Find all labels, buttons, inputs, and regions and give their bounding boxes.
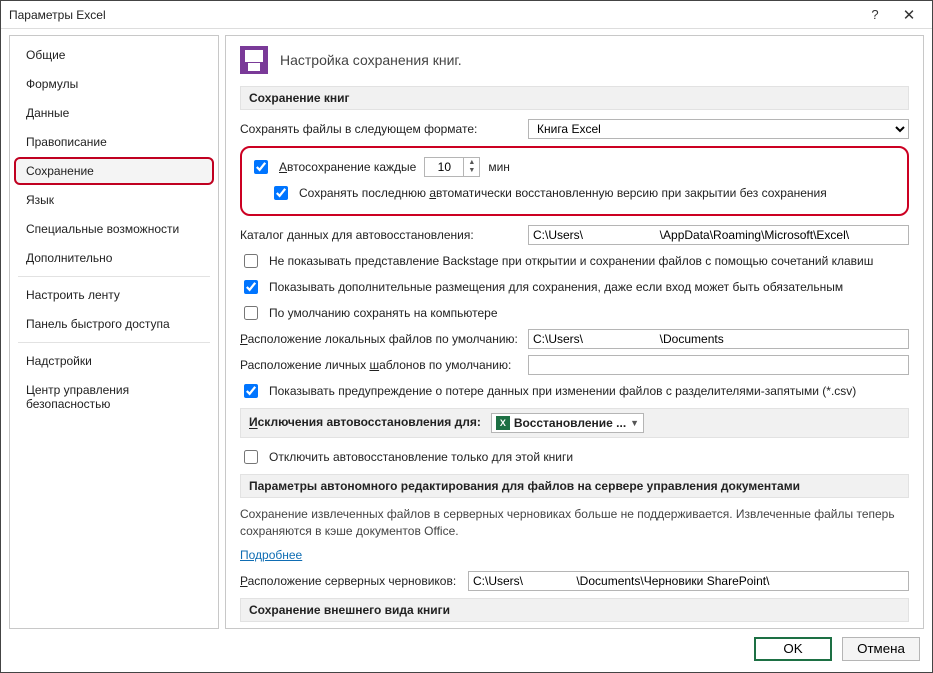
- close-button[interactable]: ✕: [892, 4, 926, 26]
- disable-autorecover-label: Отключить автовосстановление только для …: [269, 450, 573, 464]
- drafts-location-input[interactable]: [468, 571, 909, 591]
- chevron-down-icon: ▼: [630, 418, 639, 428]
- cancel-button[interactable]: Отмена: [842, 637, 920, 661]
- sidebar-item-ribbon[interactable]: Настроить ленту: [14, 281, 214, 309]
- sidebar-divider: [18, 276, 210, 277]
- learn-more-link[interactable]: Подробнее: [240, 548, 302, 562]
- offline-note: Сохранение извлеченных файлов в серверны…: [240, 506, 909, 540]
- personal-templates-input[interactable]: [528, 355, 909, 375]
- ok-button[interactable]: OK: [754, 637, 832, 661]
- autosave-minutes-input[interactable]: [425, 158, 463, 176]
- keep-last-checkbox[interactable]: [274, 186, 288, 200]
- sidebar-item-save[interactable]: Сохранение: [14, 157, 214, 185]
- default-computer-label: По умолчанию сохранять на компьютере: [269, 306, 498, 320]
- autosave-highlight: Автосохранение каждые ▲▼ мин Сохранять п…: [240, 146, 909, 216]
- sidebar-item-accessibility[interactable]: Специальные возможности: [14, 215, 214, 243]
- sidebar-item-general[interactable]: Общие: [14, 41, 214, 69]
- sidebar-item-proofing[interactable]: Правописание: [14, 128, 214, 156]
- sidebar: Общие Формулы Данные Правописание Сохран…: [9, 35, 219, 629]
- sidebar-item-language[interactable]: Язык: [14, 186, 214, 214]
- autosave-unit: мин: [488, 160, 510, 174]
- spinner-arrows[interactable]: ▲▼: [463, 158, 479, 176]
- format-label: Сохранять файлы в следующем формате:: [240, 122, 520, 136]
- section-appearance: Сохранение внешнего вида книги: [240, 598, 909, 622]
- default-computer-checkbox[interactable]: [244, 306, 258, 320]
- show-more-places-checkbox[interactable]: [244, 280, 258, 294]
- csv-warning-label: Показывать предупреждение о потере данны…: [269, 384, 856, 398]
- sidebar-divider: [18, 342, 210, 343]
- sidebar-item-addins[interactable]: Надстройки: [14, 347, 214, 375]
- help-button[interactable]: ?: [858, 4, 892, 26]
- local-default-label: Расположение локальных файлов по умолчан…: [240, 332, 520, 346]
- excel-icon: X: [496, 416, 510, 430]
- autorecover-path-input[interactable]: [528, 225, 909, 245]
- csv-warning-checkbox[interactable]: [244, 384, 258, 398]
- sidebar-item-formulas[interactable]: Формулы: [14, 70, 214, 98]
- autosave-minutes-spinner[interactable]: ▲▼: [424, 157, 480, 177]
- content-panel: Настройка сохранения книг. Сохранение кн…: [225, 35, 924, 629]
- disable-autorecover-checkbox[interactable]: [244, 450, 258, 464]
- save-icon: [240, 46, 268, 74]
- keep-last-label: Сохранять последнюю автоматически восста…: [299, 186, 827, 200]
- workbook-name: Восстановление ...: [514, 416, 626, 430]
- section-autorecover-exceptions: Исключения автовосстановления для: X Вос…: [240, 408, 909, 438]
- section-save-books: Сохранение книг: [240, 86, 909, 110]
- drafts-location-label: Расположение серверных черновиков:: [240, 574, 460, 588]
- personal-templates-label: Расположение личных шаблонов по умолчани…: [240, 358, 520, 372]
- autosave-label: Автосохранение каждые: [279, 160, 416, 174]
- dialog-footer: OK Отмена: [1, 629, 932, 667]
- local-default-input[interactable]: [528, 329, 909, 349]
- autosave-checkbox[interactable]: [254, 160, 268, 174]
- window-title: Параметры Excel: [9, 8, 858, 22]
- show-more-places-label: Показывать дополнительные размещения для…: [269, 280, 843, 294]
- sidebar-item-advanced[interactable]: Дополнительно: [14, 244, 214, 272]
- section-offline-editing: Параметры автономного редактирования для…: [240, 474, 909, 498]
- sidebar-item-qat[interactable]: Панель быстрого доступа: [14, 310, 214, 338]
- page-title: Настройка сохранения книг.: [280, 52, 462, 68]
- workbook-combo[interactable]: X Восстановление ... ▼: [491, 413, 644, 433]
- no-backstage-label: Не показывать представление Backstage пр…: [269, 254, 873, 268]
- sidebar-item-trust[interactable]: Центр управления безопасностью: [14, 376, 214, 418]
- no-backstage-checkbox[interactable]: [244, 254, 258, 268]
- autorecover-path-label: Каталог данных для автовосстановления:: [240, 228, 520, 242]
- format-combo[interactable]: Книга Excel: [528, 119, 909, 139]
- sidebar-item-data[interactable]: Данные: [14, 99, 214, 127]
- titlebar: Параметры Excel ? ✕: [1, 1, 932, 29]
